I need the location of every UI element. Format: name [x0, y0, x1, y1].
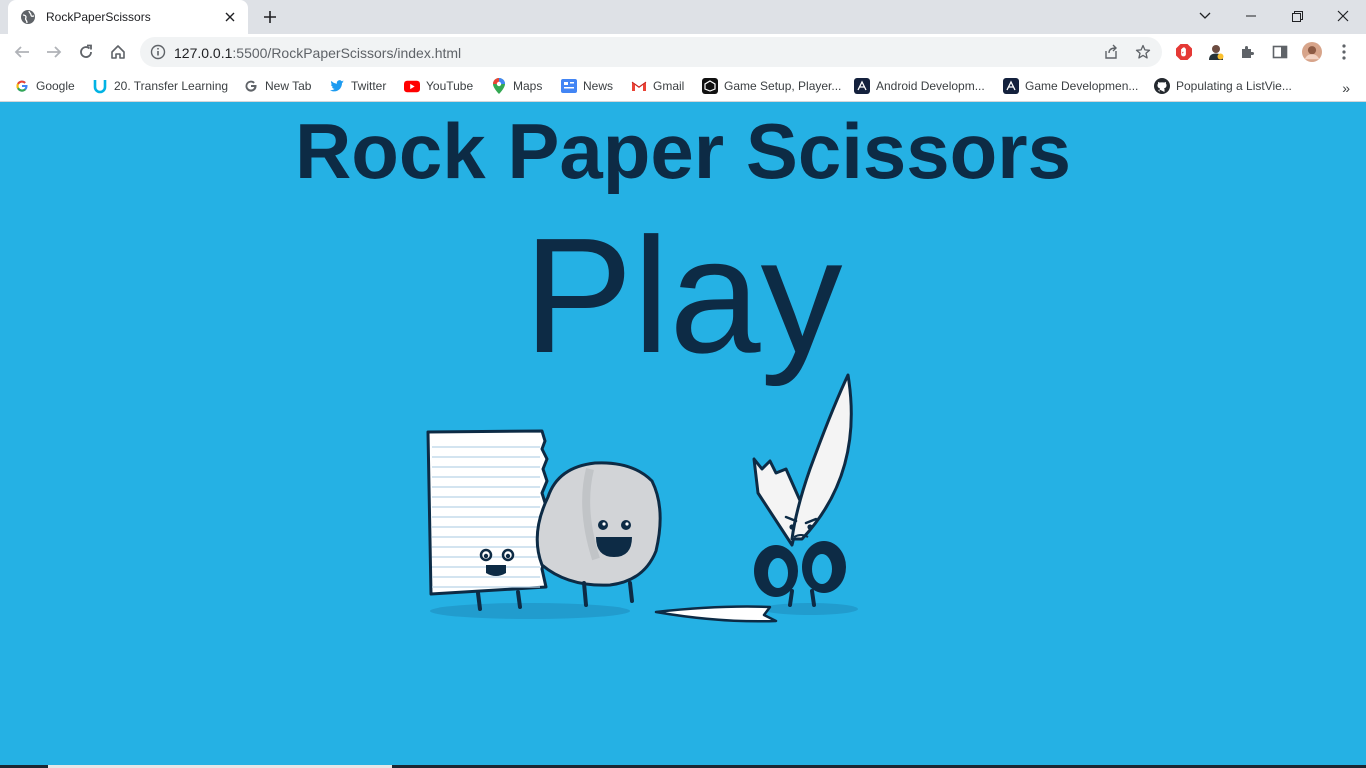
unity-learn-icon: [1003, 78, 1019, 94]
gmail-icon: [631, 78, 647, 94]
game-page: Rock Paper Scissors Play: [0, 103, 1366, 768]
bookmark-label: Twitter: [351, 79, 387, 93]
bookmark-label: New Tab: [265, 79, 312, 93]
unity-learn-icon: [854, 78, 870, 94]
youtube-icon: [404, 78, 420, 94]
new-tab-button[interactable]: [258, 6, 282, 28]
address-bar[interactable]: 127.0.0.1:5500/RockPaperScissors/index.h…: [140, 37, 1162, 67]
scissors-character: [752, 373, 853, 607]
browser-tab[interactable]: RockPaperScissors: [8, 0, 248, 34]
ground-shadow: [430, 603, 630, 619]
avatar[interactable]: [1302, 42, 1322, 62]
bookmark-label: YouTube: [426, 79, 474, 93]
paper-character: [426, 429, 549, 611]
back-button[interactable]: [8, 38, 36, 66]
udacity-icon: [92, 78, 108, 94]
bookmark-news[interactable]: News: [561, 76, 613, 96]
play-button[interactable]: Play: [483, 211, 883, 381]
bookmark-star-icon[interactable]: [1134, 43, 1152, 61]
browser-toolbar: 127.0.0.1:5500/RockPaperScissors/index.h…: [0, 34, 1366, 70]
reload-button[interactable]: [72, 38, 100, 66]
minimize-button[interactable]: [1237, 4, 1265, 28]
share-icon[interactable]: [1102, 43, 1120, 61]
extensions-puzzle-icon[interactable]: [1238, 42, 1258, 62]
side-panel-icon[interactable]: [1270, 42, 1290, 62]
bookmark-game-development[interactable]: Game Developmen...: [1003, 76, 1138, 96]
twitter-icon: [329, 78, 345, 94]
globe-icon: [20, 9, 36, 25]
bookmark-label: Maps: [513, 79, 543, 93]
cut-paper-strip: [654, 605, 778, 623]
news-icon: [561, 78, 577, 94]
url-host: 127.0.0.1: [174, 45, 233, 61]
maps-icon: [491, 78, 507, 94]
bookmark-label: 20. Transfer Learning: [114, 79, 229, 93]
bookmark-label: Game Setup, Player...: [724, 79, 842, 93]
restore-button[interactable]: [1283, 4, 1311, 28]
bookmark-maps[interactable]: Maps: [491, 76, 542, 96]
google-icon: [243, 78, 259, 94]
bookmark-game-setup[interactable]: Game Setup, Player...: [702, 76, 841, 96]
menu-kebab-icon[interactable]: [1334, 42, 1354, 62]
bookmark-android-development[interactable]: Android Developm...: [854, 76, 985, 96]
bookmark-new-tab[interactable]: New Tab: [243, 76, 311, 96]
bookmark-label: Android Developm...: [876, 79, 985, 93]
bookmark-label: Gmail: [653, 79, 685, 93]
bookmark-label: Google: [36, 79, 75, 93]
bookmark-gmail[interactable]: Gmail: [631, 76, 684, 96]
bookmarks-bar: Google 20. Transfer Learning New Tab Twi…: [0, 70, 1366, 102]
bookmark-label: Game Developmen...: [1025, 79, 1139, 93]
url-text: 127.0.0.1:5500/RockPaperScissors/index.h…: [174, 45, 461, 61]
bookmark-transfer-learning[interactable]: 20. Transfer Learning: [92, 76, 228, 96]
ground-shadow: [762, 603, 858, 615]
unity-icon: [702, 78, 718, 94]
more-bookmarks-icon[interactable]: »: [1342, 80, 1350, 96]
home-button[interactable]: [104, 38, 132, 66]
bookmark-twitter[interactable]: Twitter: [329, 76, 386, 96]
bookmark-label: Populating a ListVie...: [1176, 79, 1292, 93]
adblock-extension-icon[interactable]: [1174, 42, 1194, 62]
rock-character: [535, 461, 662, 607]
bookmark-google[interactable]: Google: [14, 76, 75, 96]
bookmark-populating-listview[interactable]: Populating a ListVie...: [1154, 76, 1292, 96]
rock-paper-scissors-illustration: [420, 369, 860, 629]
tab-title: RockPaperScissors: [46, 10, 151, 24]
profile-extension-icon[interactable]: [1206, 42, 1226, 62]
site-info-icon[interactable]: [150, 44, 166, 60]
bookmark-youtube[interactable]: YouTube: [404, 76, 473, 96]
url-path: :5500/RockPaperScissors/index.html: [232, 45, 462, 61]
page-title: Rock Paper Scissors: [294, 107, 1072, 195]
browser-titlebar: RockPaperScissors: [0, 0, 1366, 34]
close-window-button[interactable]: [1329, 4, 1357, 28]
tab-search-button[interactable]: [1191, 4, 1219, 28]
close-tab-icon[interactable]: [222, 9, 238, 25]
forward-button[interactable]: [40, 38, 68, 66]
github-icon: [1154, 78, 1170, 94]
bookmark-label: News: [583, 79, 614, 93]
google-icon: [14, 78, 30, 94]
